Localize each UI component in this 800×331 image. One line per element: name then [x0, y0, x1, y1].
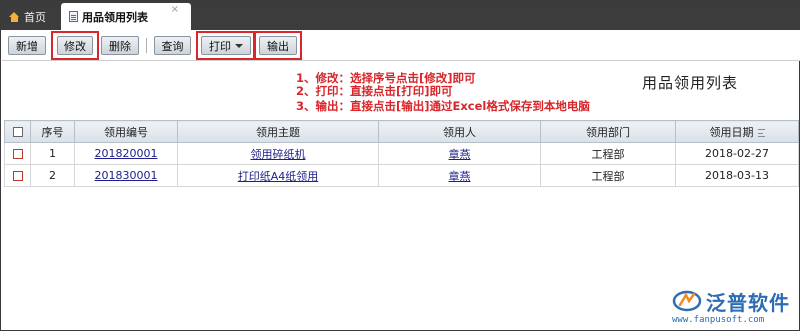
toolbar: 新增 修改 删除 查询 打印 输出	[2, 30, 800, 61]
subject-link[interactable]: 打印纸A4纸领用	[238, 170, 319, 183]
person-link[interactable]: 章燕	[449, 148, 471, 161]
row-select-cell	[4, 142, 31, 165]
toolbar-divider	[146, 38, 147, 53]
chevron-down-icon	[235, 43, 243, 48]
person-link[interactable]: 章燕	[449, 170, 471, 183]
table-row[interactable]: 2 201830001 打印纸A4纸领用 章燕 工程部 2018-03-13	[4, 164, 799, 187]
document-icon	[69, 11, 78, 22]
code-link[interactable]: 201820001	[95, 147, 158, 160]
column-header-person[interactable]: 领用人	[378, 120, 541, 143]
query-button[interactable]: 查询	[154, 36, 191, 55]
app-window: 首页 用品领用列表 × 新增 修改 删除 查询 打印 输出 1、修改：选择序号点…	[0, 0, 800, 331]
sort-icon[interactable]	[757, 128, 765, 137]
page-title: 用品领用列表	[642, 74, 739, 92]
logo-mark-icon	[672, 290, 702, 312]
cell-dept: 工程部	[540, 142, 676, 165]
logo-name: 泛普软件	[706, 291, 790, 315]
logo-url: www.fanpusoft.com	[672, 315, 765, 325]
column-header-date-label: 领用日期	[709, 125, 754, 139]
supplies-table: 序号 领用编号 领用主题 领用人 领用部门 领用日期 1 201820001 领…	[4, 120, 799, 187]
annotation-print: 2、打印：直接点击[打印]即可	[296, 84, 453, 98]
cell-dept: 工程部	[540, 164, 676, 187]
cell-person: 章燕	[378, 164, 541, 187]
delete-button[interactable]: 删除	[101, 36, 139, 55]
cell-person: 章燕	[378, 142, 541, 165]
column-header-date[interactable]: 领用日期	[675, 120, 799, 143]
cell-code: 201830001	[74, 164, 178, 187]
export-button[interactable]: 输出	[259, 36, 297, 55]
select-all-checkbox[interactable]	[12, 127, 23, 137]
select-all-cell	[4, 120, 31, 143]
row-checkbox[interactable]	[12, 149, 23, 159]
home-icon	[9, 12, 20, 22]
row-checkbox[interactable]	[12, 171, 23, 181]
cell-subject: 打印纸A4纸领用	[177, 164, 379, 187]
cell-date: 2018-03-13	[675, 164, 799, 187]
cell-seq: 2	[30, 164, 75, 187]
column-header-code[interactable]: 领用编号	[74, 120, 178, 143]
tab-supplies-list[interactable]: 用品领用列表 ×	[61, 3, 191, 30]
cell-code: 201820001	[74, 142, 178, 165]
tab-home-label: 首页	[24, 11, 46, 24]
column-header-dept[interactable]: 领用部门	[540, 120, 676, 143]
tab-home[interactable]: 首页	[1, 4, 59, 30]
table-row[interactable]: 1 201820001 领用碎纸机 章燕 工程部 2018-02-27	[4, 142, 799, 165]
cell-subject: 领用碎纸机	[177, 142, 379, 165]
brand-logo: 泛普软件 www.fanpusoft.com	[666, 284, 796, 328]
new-button[interactable]: 新增	[8, 36, 46, 55]
edit-button[interactable]: 修改	[57, 36, 93, 55]
tab-bar: 首页 用品领用列表 ×	[1, 1, 800, 30]
code-link[interactable]: 201830001	[95, 169, 158, 182]
print-button[interactable]: 打印	[201, 36, 251, 55]
cell-date: 2018-02-27	[675, 142, 799, 165]
subject-link[interactable]: 领用碎纸机	[251, 148, 306, 161]
annotation-export: 3、输出：直接点击[输出]通过Excel格式保存到本地电脑	[296, 99, 590, 113]
column-header-seq[interactable]: 序号	[30, 120, 75, 143]
close-icon[interactable]: ×	[171, 4, 179, 15]
cell-seq: 1	[30, 142, 75, 165]
row-select-cell	[4, 164, 31, 187]
table-header-row: 序号 领用编号 领用主题 领用人 领用部门 领用日期	[4, 120, 799, 143]
tab-supplies-list-label: 用品领用列表	[82, 10, 148, 24]
print-button-label: 打印	[209, 39, 231, 53]
column-header-subject[interactable]: 领用主题	[177, 120, 379, 143]
